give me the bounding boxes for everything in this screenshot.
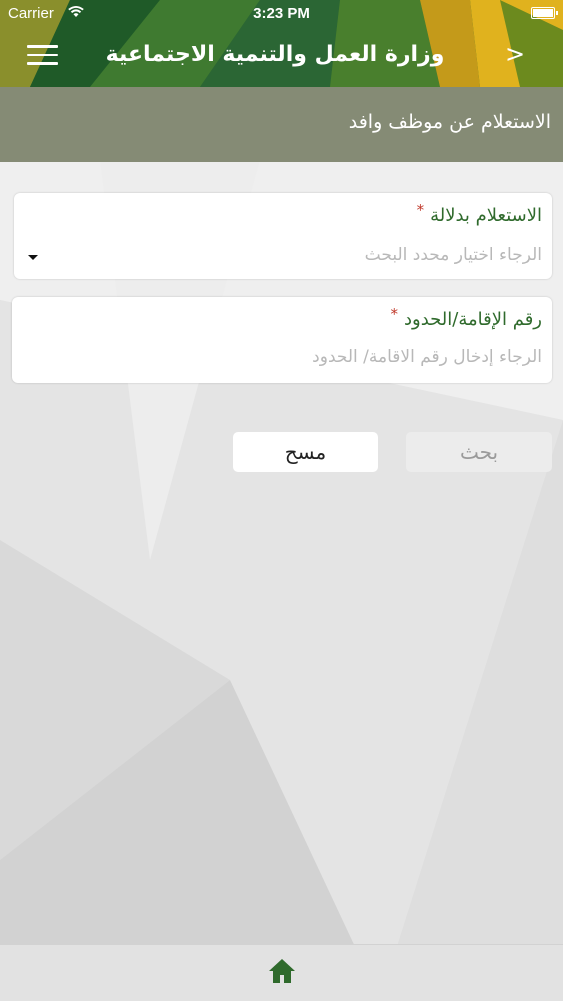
inquiry-by-placeholder: الرجاء اختيار محدد البحث: [364, 245, 542, 265]
section-title: الاستعلام عن موظف وافد: [348, 111, 551, 133]
page-title: وزارة العمل والتنمية الاجتماعية: [105, 42, 445, 67]
app-header: Carrier 3:23 PM وزارة العمل والتنمية الا…: [0, 0, 563, 87]
inquiry-by-label: الاستعلام بدلالة *: [417, 201, 542, 226]
status-bar: Carrier 3:23 PM: [0, 0, 563, 28]
id-number-label: رقم الإقامة/الحدود *: [391, 305, 542, 330]
id-number-placeholder: الرجاء إدخال رقم الاقامة/ الحدود: [312, 347, 542, 367]
hamburger-menu-icon[interactable]: [27, 45, 58, 67]
search-button[interactable]: بحث: [406, 432, 552, 472]
id-number-label-text: رقم الإقامة/الحدود: [404, 309, 542, 330]
clear-button[interactable]: مسح: [233, 432, 378, 472]
home-icon[interactable]: [268, 957, 296, 985]
required-mark: *: [416, 201, 425, 219]
back-chevron-icon[interactable]: >: [505, 40, 525, 68]
status-time: 3:23 PM: [253, 5, 310, 22]
dropdown-arrow-icon[interactable]: [28, 255, 38, 260]
inquiry-by-select[interactable]: الاستعلام بدلالة * الرجاء اختيار محدد الب…: [14, 193, 552, 279]
battery-icon: [531, 7, 558, 19]
inquiry-by-label-text: الاستعلام بدلالة: [430, 205, 542, 226]
bottom-tab-bar: [0, 944, 563, 1001]
required-mark: *: [390, 305, 399, 323]
id-number-field[interactable]: رقم الإقامة/الحدود * الرجاء إدخال رقم الا…: [12, 297, 552, 383]
section-header: الاستعلام عن موظف وافد: [0, 87, 563, 162]
